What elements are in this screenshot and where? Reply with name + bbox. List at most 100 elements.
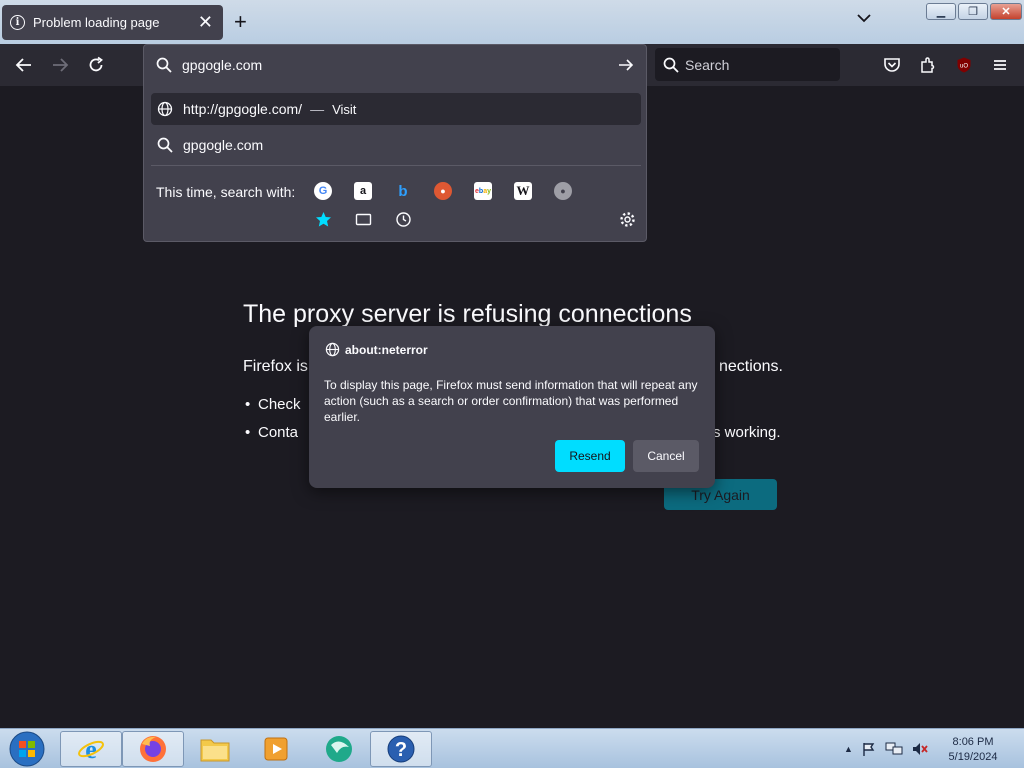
app-globe-icon — [326, 736, 352, 762]
back-arrow-icon — [15, 58, 31, 72]
tab-title: Problem loading page — [33, 15, 160, 30]
firefox-icon — [140, 736, 166, 762]
search-engine-icon[interactable]: ● — [554, 182, 572, 200]
duckduckgo-engine-icon[interactable]: ● — [434, 182, 452, 200]
resend-dialog: about:neterror To display this page, Fir… — [309, 326, 715, 488]
toolbar-search-field[interactable]: Search — [655, 48, 840, 81]
taskbar-media-player[interactable] — [246, 731, 308, 767]
error-title: The proxy server is refusing connections — [243, 300, 692, 328]
show-hidden-icons[interactable]: ▲ — [844, 744, 853, 754]
bullet-dot: • — [245, 396, 251, 413]
error-bullet-1: • Check — [245, 396, 301, 413]
dialog-header: about:neterror — [325, 342, 428, 357]
system-tray: ▲ — [844, 741, 929, 757]
taskbar-app[interactable] — [308, 731, 370, 767]
taskbar-firefox[interactable] — [122, 731, 184, 767]
pocket-button[interactable] — [881, 54, 903, 76]
result-action: Visit — [332, 101, 357, 117]
history-search-button[interactable] — [394, 210, 412, 228]
dialog-message: To display this page, Firefox must send … — [324, 378, 698, 424]
error-bullet-2-end: s working. — [713, 424, 781, 441]
ebay-engine-icon[interactable]: ebay — [474, 182, 492, 200]
info-icon: i — [10, 15, 25, 30]
tab-icon — [355, 213, 371, 225]
search-settings-button[interactable] — [618, 210, 636, 228]
media-player-icon — [264, 737, 288, 761]
cancel-button[interactable]: Cancel — [633, 440, 699, 472]
taskbar: e ? ▲ 8:06 PM 5/19/2024 — [0, 728, 1024, 768]
divider — [151, 165, 641, 166]
error-bullet-2: • Conta — [245, 424, 299, 441]
forward-arrow-icon — [53, 58, 69, 72]
list-all-tabs-button[interactable] — [856, 10, 872, 31]
result-separator: — — [310, 101, 325, 117]
result-query: gpgogle.com — [183, 137, 264, 153]
bookmarks-search-button[interactable] — [314, 210, 332, 228]
gear-icon — [619, 211, 635, 227]
action-center-flag-icon[interactable] — [861, 741, 877, 757]
taskbar-internet-explorer[interactable]: e — [60, 731, 122, 767]
help-icon: ? — [387, 735, 415, 763]
star-icon — [315, 211, 331, 226]
back-button[interactable] — [13, 54, 35, 76]
error-description-start: Firefox is — [243, 358, 308, 375]
error-bullet-1-text: Check — [258, 396, 301, 413]
new-tab-button[interactable]: + — [234, 9, 247, 35]
pocket-icon — [884, 58, 900, 72]
bullet-dot: • — [245, 424, 251, 441]
error-bullet-2-text: Conta — [258, 424, 299, 441]
result-url: http://gpgogle.com/ — [183, 101, 303, 117]
tab-problem-loading[interactable]: i Problem loading page ✕ — [2, 5, 223, 40]
puzzle-icon — [921, 57, 935, 73]
window-close-button[interactable]: ✕ — [990, 3, 1022, 20]
globe-icon — [157, 101, 173, 117]
amazon-engine-icon[interactable]: a — [354, 182, 372, 200]
extensions-button[interactable] — [917, 54, 939, 76]
clock-time: 8:06 PM — [952, 736, 994, 748]
taskbar-file-explorer[interactable] — [184, 731, 246, 767]
window-restore-button[interactable]: ❐ — [958, 3, 988, 20]
ublock-origin-button[interactable]: uO — [953, 54, 975, 76]
svg-text:e: e — [85, 735, 97, 764]
clock-icon — [395, 211, 411, 227]
tab-strip: i Problem loading page ✕ + ▁ ❐ ✕ — [0, 0, 1024, 44]
forward-button[interactable] — [49, 54, 71, 76]
search-icon — [157, 137, 173, 153]
search-placeholder: Search — [685, 56, 730, 73]
tab-close-icon[interactable]: ✕ — [198, 12, 213, 33]
reload-icon — [89, 56, 103, 72]
app-menu-button[interactable] — [989, 54, 1011, 76]
dialog-title: about:neterror — [345, 342, 428, 357]
taskbar-clock[interactable]: 8:06 PM 5/19/2024 — [940, 735, 1006, 765]
search-with-label: This time, search with: — [156, 184, 296, 200]
urlbar-result-visit[interactable]: http://gpgogle.com/ — Visit — [151, 93, 641, 125]
bing-engine-icon[interactable]: b — [394, 182, 412, 200]
folder-icon — [200, 739, 230, 762]
tabs-search-button[interactable] — [354, 210, 372, 228]
chevron-down-icon — [857, 14, 871, 23]
urlbar-result-search[interactable]: gpgogle.com — [151, 129, 641, 161]
urlbar-input[interactable]: gpgogle.com — [144, 45, 646, 85]
wikipedia-engine-icon[interactable]: W — [514, 182, 532, 200]
window-minimize-button[interactable]: ▁ — [926, 3, 956, 20]
start-button[interactable] — [8, 731, 46, 767]
hamburger-menu-icon — [994, 60, 1006, 70]
go-arrow-icon[interactable] — [618, 57, 634, 73]
search-icon — [663, 57, 679, 73]
search-icon — [156, 57, 172, 73]
network-icon[interactable] — [885, 741, 903, 757]
svg-text:?: ? — [395, 739, 407, 761]
google-engine-icon[interactable]: G — [314, 182, 332, 200]
resend-button[interactable]: Resend — [555, 440, 625, 472]
volume-muted-icon[interactable] — [911, 741, 929, 757]
svg-text:uO: uO — [960, 64, 968, 70]
urlbar-value[interactable]: gpgogle.com — [182, 57, 262, 73]
error-description-end: nections. — [718, 358, 783, 375]
reload-button[interactable] — [85, 54, 107, 76]
windows-logo-icon — [9, 731, 45, 767]
internet-explorer-icon: e — [78, 735, 104, 764]
taskbar-help[interactable]: ? — [370, 731, 432, 767]
urlbar-dropdown: gpgogle.com http://gpgogle.com/ — Visit … — [143, 44, 647, 242]
globe-icon — [325, 342, 340, 357]
ublock-shield-icon: uO — [957, 57, 971, 73]
